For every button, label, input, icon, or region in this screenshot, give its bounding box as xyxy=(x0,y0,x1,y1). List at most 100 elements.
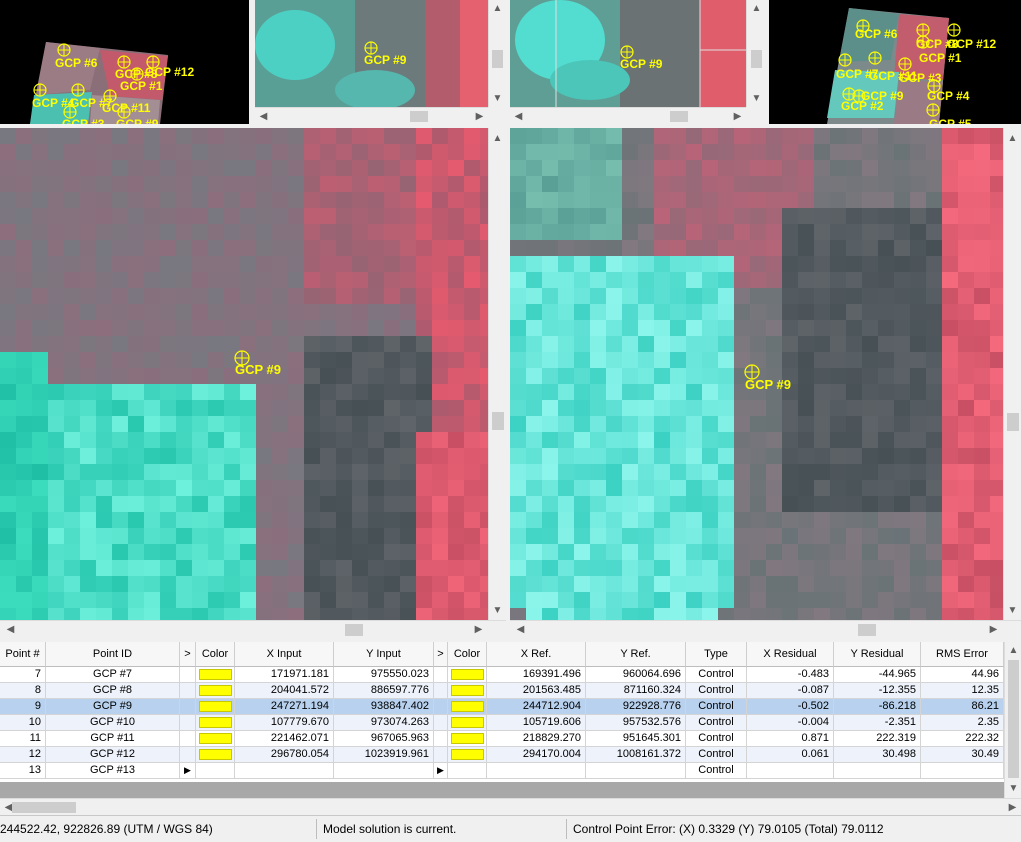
color-swatch[interactable] xyxy=(451,733,484,744)
cell-y-residual[interactable]: -2.351 xyxy=(834,715,921,731)
cell-y-ref[interactable]: 871160.324 xyxy=(586,683,686,699)
cell-point-num[interactable]: 13 xyxy=(0,763,46,779)
cell-row-pointer[interactable] xyxy=(180,747,196,763)
cell-type[interactable]: Control xyxy=(686,715,747,731)
cell-y-input[interactable]: 886597.776 xyxy=(334,683,434,699)
cell-type[interactable]: Control xyxy=(686,763,747,779)
cell-rms-error[interactable]: 44.96 xyxy=(921,667,1004,683)
gcp-table[interactable]: Point # Point ID > Color X Input Y Input… xyxy=(0,642,1004,798)
cell-y-residual[interactable]: 222.319 xyxy=(834,731,921,747)
table-row[interactable]: 13 GCP #13 ▶ ▶ Control xyxy=(0,763,1004,779)
table-row[interactable]: 10 GCP #10 107779.670 973074.263 105719.606 9… xyxy=(0,715,1004,731)
cell-type[interactable]: Control xyxy=(686,667,747,683)
table-row[interactable]: 8 GCP #8 204041.572 886597.776 201563.485 871… xyxy=(0,683,1004,699)
col-header-x-ref[interactable]: X Ref. xyxy=(487,642,586,667)
cell-color-ref[interactable] xyxy=(448,731,487,747)
cell-row-pointer-ref[interactable] xyxy=(434,747,448,763)
overview-gcp-marker[interactable]: GCP #12 xyxy=(947,23,996,51)
cell-x-input[interactable]: 171971.181 xyxy=(235,667,334,683)
cell-color-input[interactable] xyxy=(196,763,235,779)
table-row[interactable]: 9 GCP #9 247271.194 938847.402 244712.904 922… xyxy=(0,699,1004,715)
cell-x-input[interactable]: 221462.071 xyxy=(235,731,334,747)
cell-point-num[interactable]: 11 xyxy=(0,731,46,747)
zoom-input-small-hscroll[interactable]: ◀ ▶ xyxy=(255,107,488,124)
cell-row-pointer[interactable] xyxy=(180,683,196,699)
cell-x-ref[interactable]: 294170.004 xyxy=(487,747,586,763)
cell-color-ref[interactable] xyxy=(448,683,487,699)
cell-color-ref[interactable] xyxy=(448,747,487,763)
col-header-color-ref[interactable]: Color xyxy=(448,642,487,667)
cell-y-residual[interactable]: -86.218 xyxy=(834,699,921,715)
cell-y-ref[interactable] xyxy=(586,763,686,779)
color-swatch[interactable] xyxy=(451,669,484,680)
color-swatch[interactable] xyxy=(451,717,484,728)
col-header-point-id[interactable]: Point ID xyxy=(46,642,180,667)
cell-color-input[interactable] xyxy=(196,715,235,731)
cell-y-input[interactable]: 1023919.961 xyxy=(334,747,434,763)
cell-point-num[interactable]: 12 xyxy=(0,747,46,763)
cell-rms-error[interactable]: 86.21 xyxy=(921,699,1004,715)
cell-y-input[interactable] xyxy=(334,763,434,779)
cell-color-ref[interactable] xyxy=(448,699,487,715)
col-expand-ref-button[interactable]: > xyxy=(434,642,448,667)
cell-point-id[interactable]: GCP #9 xyxy=(46,699,180,715)
cell-x-input[interactable]: 296780.054 xyxy=(235,747,334,763)
cell-row-pointer[interactable] xyxy=(180,667,196,683)
cell-x-input[interactable] xyxy=(235,763,334,779)
cell-point-id[interactable]: GCP #13 xyxy=(46,763,180,779)
cell-rms-error[interactable] xyxy=(921,763,1004,779)
cell-y-input[interactable]: 973074.263 xyxy=(334,715,434,731)
cell-y-ref[interactable]: 960064.696 xyxy=(586,667,686,683)
cell-type[interactable]: Control xyxy=(686,731,747,747)
cell-point-id[interactable]: GCP #10 xyxy=(46,715,180,731)
cell-y-residual[interactable] xyxy=(834,763,921,779)
table-row[interactable]: 11 GCP #11 221462.071 967065.963 218829.270 9… xyxy=(0,731,1004,747)
cell-x-ref[interactable]: 105719.606 xyxy=(487,715,586,731)
main-input-vscroll[interactable]: ▲ ▼ xyxy=(488,128,506,620)
col-header-y-ref[interactable]: Y Ref. xyxy=(586,642,686,667)
cell-row-pointer-ref[interactable] xyxy=(434,715,448,731)
zoom-ref-small-pane[interactable]: GCP #9 ▲ ▼ ◀ ▶ xyxy=(510,0,765,124)
cell-type[interactable]: Control xyxy=(686,683,747,699)
table-row[interactable]: 12 GCP #12 296780.054 1023919.961 294170.004… xyxy=(0,747,1004,763)
cell-type[interactable]: Control xyxy=(686,699,747,715)
cell-row-pointer[interactable] xyxy=(180,715,196,731)
main-input-hscroll[interactable]: ◀ ▶ xyxy=(0,620,506,638)
zoom-ref-small-hscroll[interactable]: ◀ ▶ xyxy=(510,107,746,124)
cell-x-residual[interactable]: 0.871 xyxy=(747,731,834,747)
cell-y-ref[interactable]: 922928.776 xyxy=(586,699,686,715)
cell-point-num[interactable]: 8 xyxy=(0,683,46,699)
table-hscroll[interactable]: ◀ ▶ xyxy=(0,798,1021,815)
cell-x-input[interactable]: 204041.572 xyxy=(235,683,334,699)
color-swatch[interactable] xyxy=(199,701,232,712)
cell-y-ref[interactable]: 951645.301 xyxy=(586,731,686,747)
cell-y-input[interactable]: 975550.023 xyxy=(334,667,434,683)
color-swatch[interactable] xyxy=(451,749,484,760)
cell-row-pointer-ref[interactable] xyxy=(434,667,448,683)
table-vscroll[interactable]: ▲ ▼ xyxy=(1004,642,1021,798)
cell-color-ref[interactable] xyxy=(448,715,487,731)
cell-point-num[interactable]: 9 xyxy=(0,699,46,715)
col-header-type[interactable]: Type xyxy=(686,642,747,667)
cell-x-residual[interactable] xyxy=(747,763,834,779)
color-swatch[interactable] xyxy=(199,733,232,744)
col-header-y-residual[interactable]: Y Residual xyxy=(834,642,921,667)
col-header-rms-error[interactable]: RMS Error xyxy=(921,642,1004,667)
cell-point-num[interactable]: 7 xyxy=(0,667,46,683)
cell-y-residual[interactable]: -44.965 xyxy=(834,667,921,683)
cell-x-residual[interactable]: 0.061 xyxy=(747,747,834,763)
cell-point-id[interactable]: GCP #12 xyxy=(46,747,180,763)
cell-rms-error[interactable]: 2.35 xyxy=(921,715,1004,731)
cell-type[interactable]: Control xyxy=(686,747,747,763)
cell-x-input[interactable]: 107779.670 xyxy=(235,715,334,731)
zoom-input-small-pane[interactable]: GCP #9 ▲ ▼ ◀ ▶ xyxy=(255,0,505,124)
cell-rms-error[interactable]: 12.35 xyxy=(921,683,1004,699)
cell-row-pointer-ref[interactable] xyxy=(434,731,448,747)
cell-y-ref[interactable]: 1008161.372 xyxy=(586,747,686,763)
cell-color-input[interactable] xyxy=(196,699,235,715)
cell-point-id[interactable]: GCP #7 xyxy=(46,667,180,683)
cell-color-input[interactable] xyxy=(196,747,235,763)
color-swatch[interactable] xyxy=(451,685,484,696)
cell-x-ref[interactable] xyxy=(487,763,586,779)
overview-ref-pane[interactable]: GCP #6 GCP #8 GCP #12 GCP #1 GCP #7 GCP #11 GC… xyxy=(769,0,1021,124)
